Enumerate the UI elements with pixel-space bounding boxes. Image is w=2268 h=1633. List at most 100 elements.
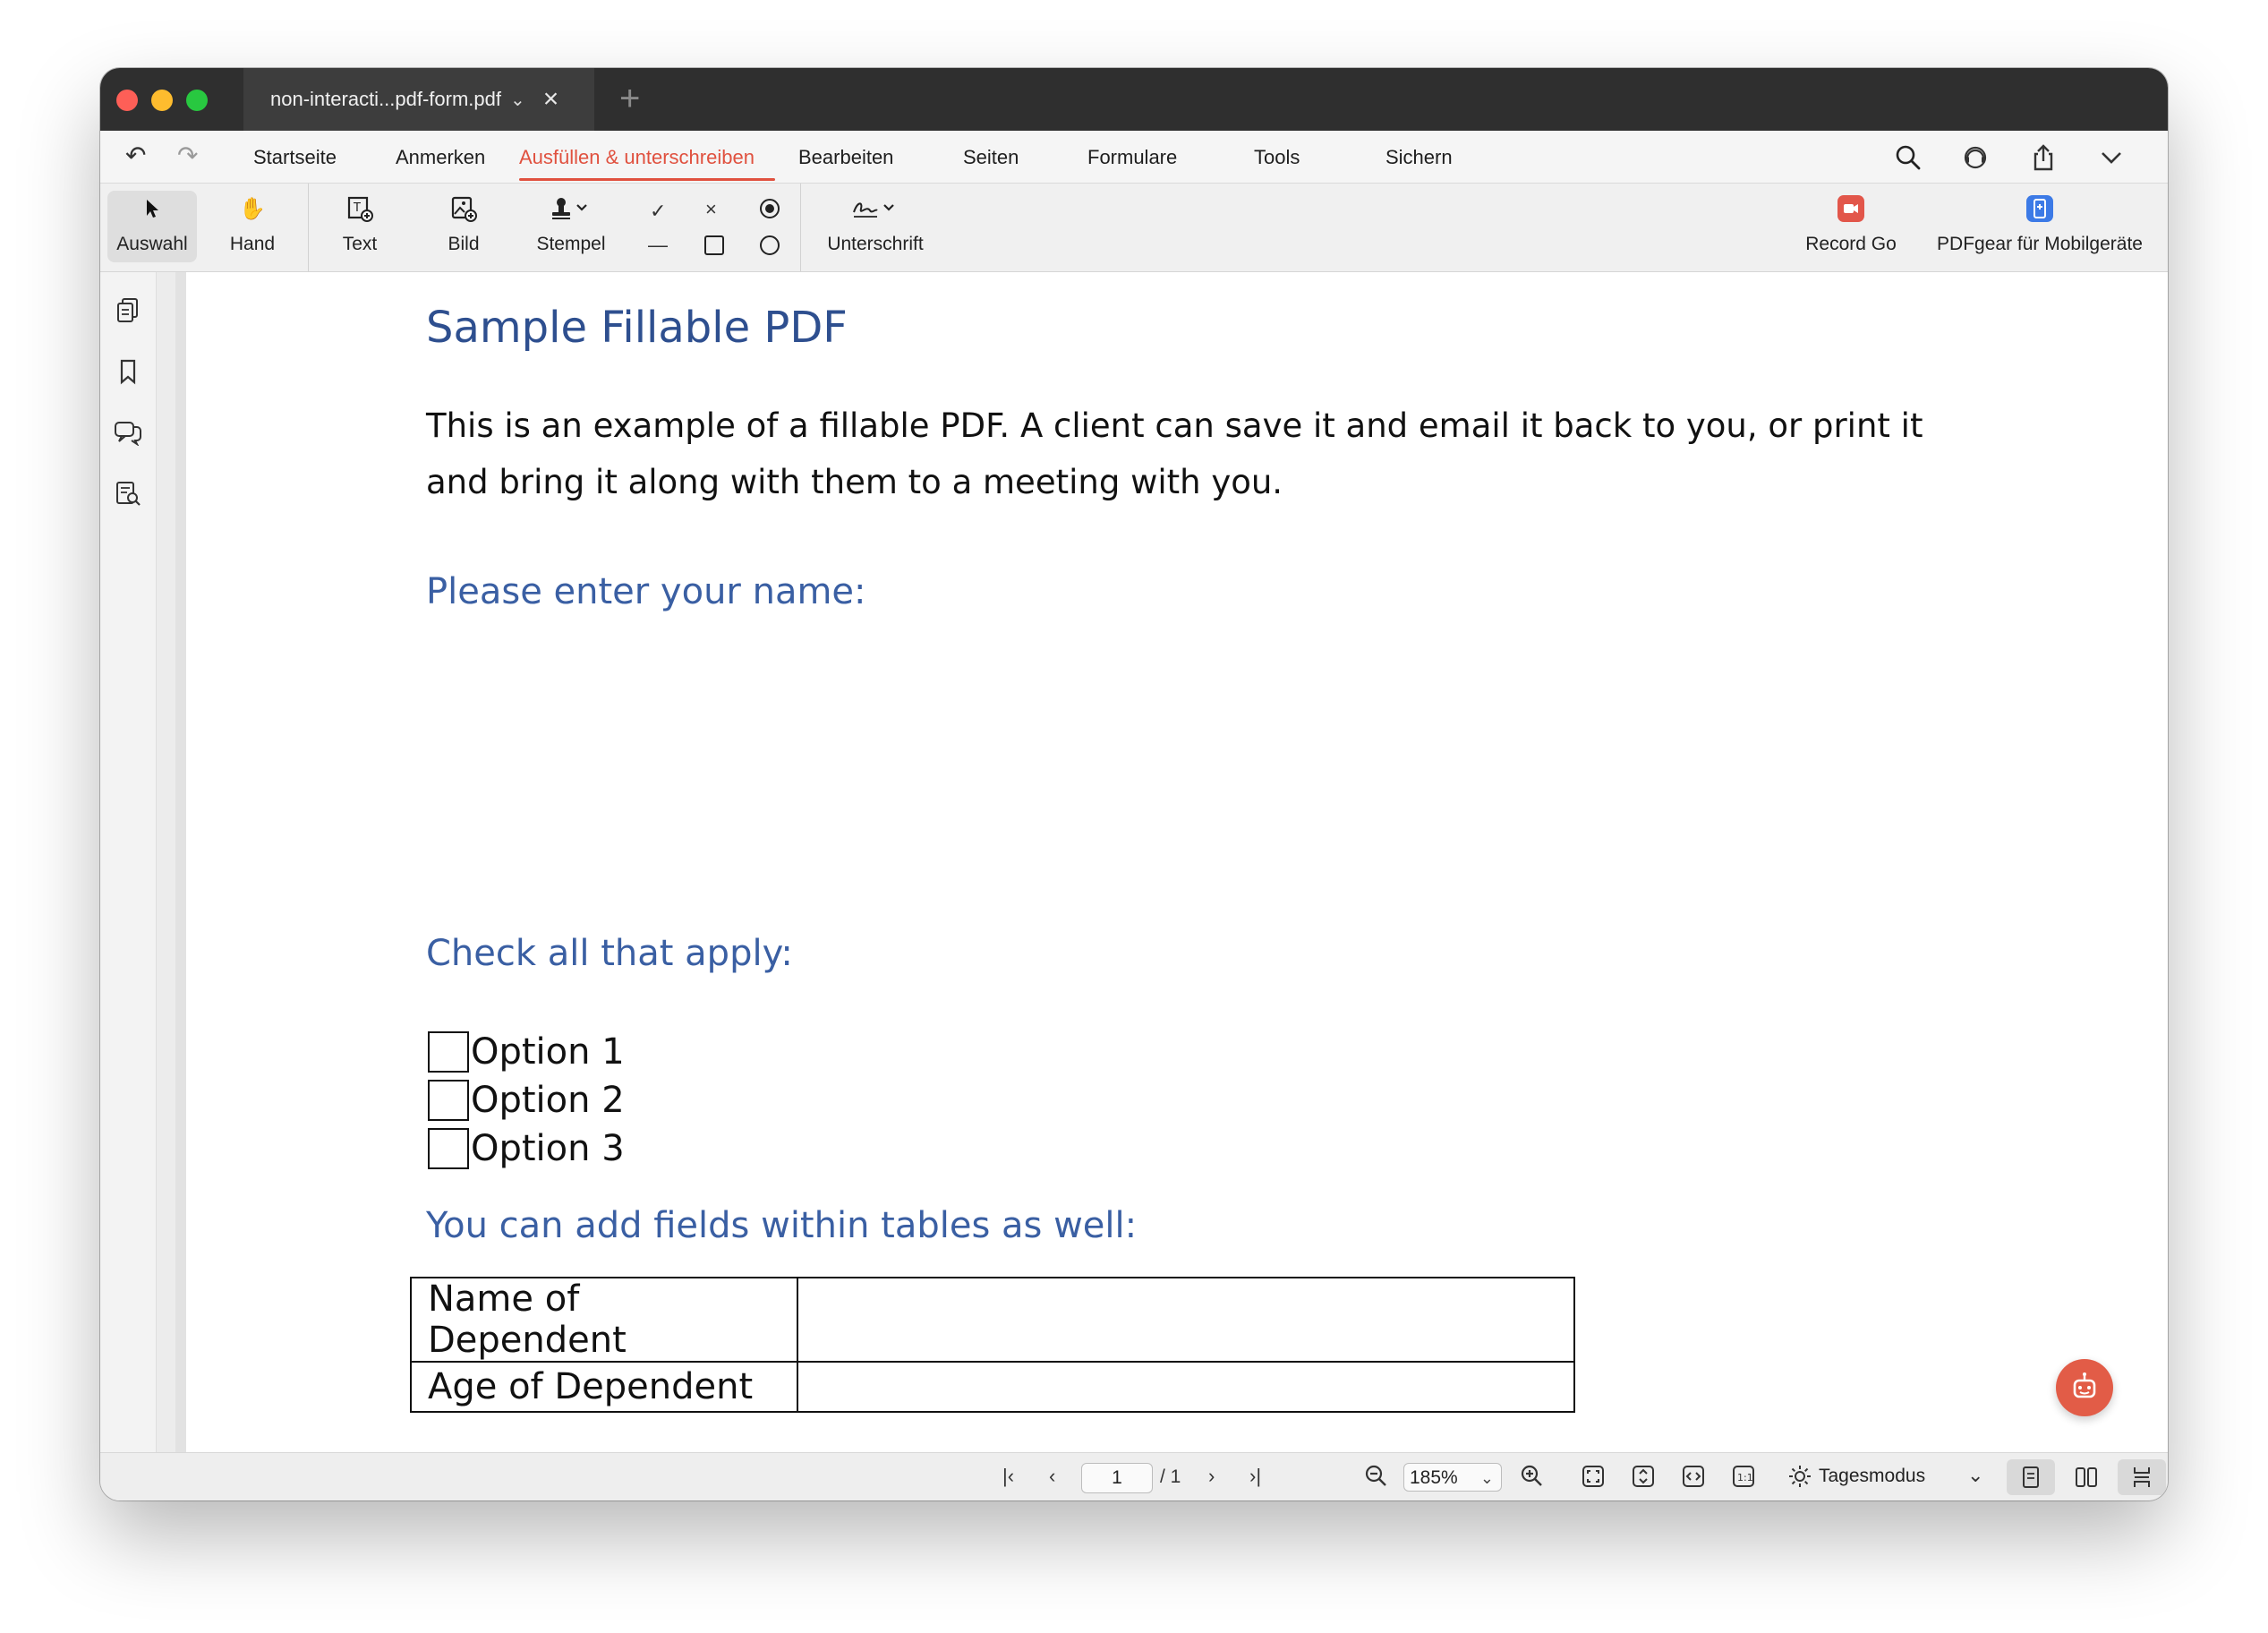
image-icon — [450, 191, 477, 227]
fit-height-icon[interactable] — [1631, 1464, 1656, 1492]
maximize-window-button[interactable] — [186, 90, 208, 111]
chevron-down-icon[interactable] — [2093, 140, 2129, 175]
hand-tool-label: Hand — [229, 234, 276, 254]
undo-icon[interactable]: ↶ — [125, 143, 146, 168]
sun-icon — [1788, 1465, 1812, 1492]
first-page-icon[interactable]: |‹ — [1002, 1466, 1014, 1486]
hand-tool-button[interactable]: ✋ Hand — [217, 191, 288, 262]
two-page-icon — [2076, 1467, 2097, 1487]
radio-dot-icon[interactable] — [759, 198, 780, 223]
single-page-view-button[interactable] — [2007, 1459, 2055, 1495]
zoom-value: 185% — [1410, 1467, 1458, 1488]
add-image-button[interactable]: Bild — [428, 191, 499, 262]
table-row: Name of Dependent — [410, 1277, 1575, 1363]
zoom-in-icon[interactable] — [1520, 1464, 1543, 1491]
fit-page-icon[interactable] — [1581, 1464, 1606, 1492]
last-page-icon[interactable]: ›| — [1249, 1466, 1261, 1486]
add-text-button[interactable]: T Text — [324, 191, 396, 262]
menu-bar: ↶ ↷ Startseite Anmerken Ausfüllen & unte… — [100, 131, 2168, 184]
chevron-down-icon[interactable]: ⌄ — [1967, 1466, 1983, 1485]
comments-icon[interactable] — [113, 417, 143, 448]
title-bar: non-interacti...pdf-form.pdf ⌄ × + — [100, 68, 2168, 131]
document-tab[interactable]: non-interacti...pdf-form.pdf ⌄ × — [243, 68, 594, 131]
menu-bearbeiten[interactable]: Bearbeiten — [798, 146, 893, 169]
two-page-view-button[interactable] — [2062, 1459, 2110, 1495]
fit-width-icon[interactable] — [1681, 1464, 1706, 1492]
table-input-cell[interactable] — [797, 1361, 1575, 1413]
app-window: non-interacti...pdf-form.pdf ⌄ × + ↶ ↷ S… — [100, 68, 2168, 1500]
hand-icon: ✋ — [239, 196, 266, 221]
stamp-icon — [550, 191, 592, 227]
menu-ausfuellen-unterschreiben[interactable]: Ausfüllen & unterschreiben — [519, 146, 755, 169]
option-checkbox[interactable] — [428, 1128, 469, 1169]
rectangle-icon[interactable] — [703, 235, 725, 260]
text-box-icon: T — [346, 191, 373, 227]
share-icon[interactable] — [2025, 140, 2061, 175]
document-intro: This is an example of a fillable PDF. A … — [426, 406, 1923, 501]
actual-size-icon[interactable]: 1:1 — [1731, 1464, 1756, 1492]
menu-startseite[interactable]: Startseite — [253, 146, 337, 169]
option-row: Option 2 — [428, 1080, 625, 1121]
single-page-icon — [2023, 1466, 2039, 1488]
signature-tool-label: Unterschrift — [827, 234, 924, 254]
cross-icon[interactable]: × — [705, 200, 717, 219]
tool-bar: Auswahl ✋ Hand T Text Bild Stempel ✓ × —… — [100, 184, 2168, 272]
circle-icon[interactable] — [759, 235, 780, 260]
menu-anmerken[interactable]: Anmerken — [396, 146, 485, 169]
pages-thumbnail-icon[interactable] — [113, 295, 143, 326]
minimize-window-button[interactable] — [151, 90, 173, 111]
previous-page-icon[interactable]: ‹ — [1049, 1466, 1055, 1486]
zoom-select[interactable]: 185% ⌄ — [1403, 1463, 1502, 1492]
zoom-out-icon[interactable] — [1364, 1464, 1387, 1491]
signature-tool-button[interactable]: Unterschrift — [813, 191, 938, 262]
chevron-down-icon: ⌄ — [1479, 1469, 1494, 1487]
add-image-label: Bild — [448, 234, 480, 254]
option-label: Option 3 — [471, 1128, 625, 1169]
name-heading: Please enter your name: — [426, 571, 866, 612]
toolbar-divider — [308, 184, 309, 271]
signature-icon — [850, 191, 900, 227]
option-checkbox[interactable] — [428, 1031, 469, 1073]
page-number-input[interactable]: 1 — [1081, 1463, 1153, 1493]
new-tab-icon[interactable]: + — [619, 81, 640, 116]
checkmark-icon[interactable]: ✓ — [650, 201, 666, 221]
record-go-button[interactable]: Record Go — [1788, 191, 1914, 262]
pdf-page: Sample Fillable PDF This is an example o… — [188, 272, 2168, 1452]
redo-icon[interactable]: ↷ — [177, 143, 198, 168]
svg-text:1:1: 1:1 — [1737, 1472, 1753, 1483]
view-mode-select[interactable]: Tagesmodus — [1819, 1466, 1925, 1487]
option-label: Option 1 — [471, 1031, 625, 1073]
bookmark-icon[interactable] — [113, 356, 143, 387]
page-total: / 1 — [1160, 1466, 1181, 1487]
line-icon[interactable]: — — [648, 235, 668, 255]
continuous-scroll-button[interactable] — [2118, 1459, 2166, 1495]
search-icon[interactable] — [1890, 140, 1926, 175]
cursor-icon — [142, 191, 162, 227]
table-row: Age of Dependent — [410, 1361, 1575, 1413]
chevron-down-icon[interactable]: ⌄ — [510, 89, 525, 111]
option-checkbox[interactable] — [428, 1080, 469, 1121]
table-input-cell[interactable] — [797, 1277, 1575, 1363]
close-tab-icon[interactable]: × — [543, 86, 559, 113]
table-label-cell: Name of Dependent — [410, 1277, 798, 1363]
menu-formulare[interactable]: Formulare — [1087, 146, 1177, 169]
search-document-icon[interactable] — [113, 478, 143, 509]
menu-tools[interactable]: Tools — [1254, 146, 1300, 169]
stamp-tool-button[interactable]: Stempel — [524, 191, 618, 262]
check-heading: Check all that apply: — [426, 933, 793, 974]
table-heading: You can add fields within tables as well… — [426, 1205, 1138, 1246]
menu-sichern[interactable]: Sichern — [1386, 146, 1453, 169]
option-row: Option 3 — [428, 1128, 625, 1169]
menu-seiten[interactable]: Seiten — [963, 146, 1019, 169]
option-row: Option 1 — [428, 1031, 625, 1073]
select-tool-button[interactable]: Auswahl — [107, 191, 197, 262]
mobile-app-label: PDFgear für Mobilgeräte — [1937, 234, 2143, 254]
ai-assistant-icon[interactable] — [2056, 1359, 2113, 1416]
mobile-app-button[interactable]: PDFgear für Mobilgeräte — [1921, 191, 2159, 262]
support-icon[interactable] — [1957, 140, 1993, 175]
record-icon — [1837, 191, 1865, 227]
active-menu-indicator — [519, 178, 775, 181]
close-window-button[interactable] — [116, 90, 138, 111]
next-page-icon[interactable]: › — [1208, 1466, 1215, 1486]
panel-resize-handle[interactable] — [175, 272, 186, 1452]
